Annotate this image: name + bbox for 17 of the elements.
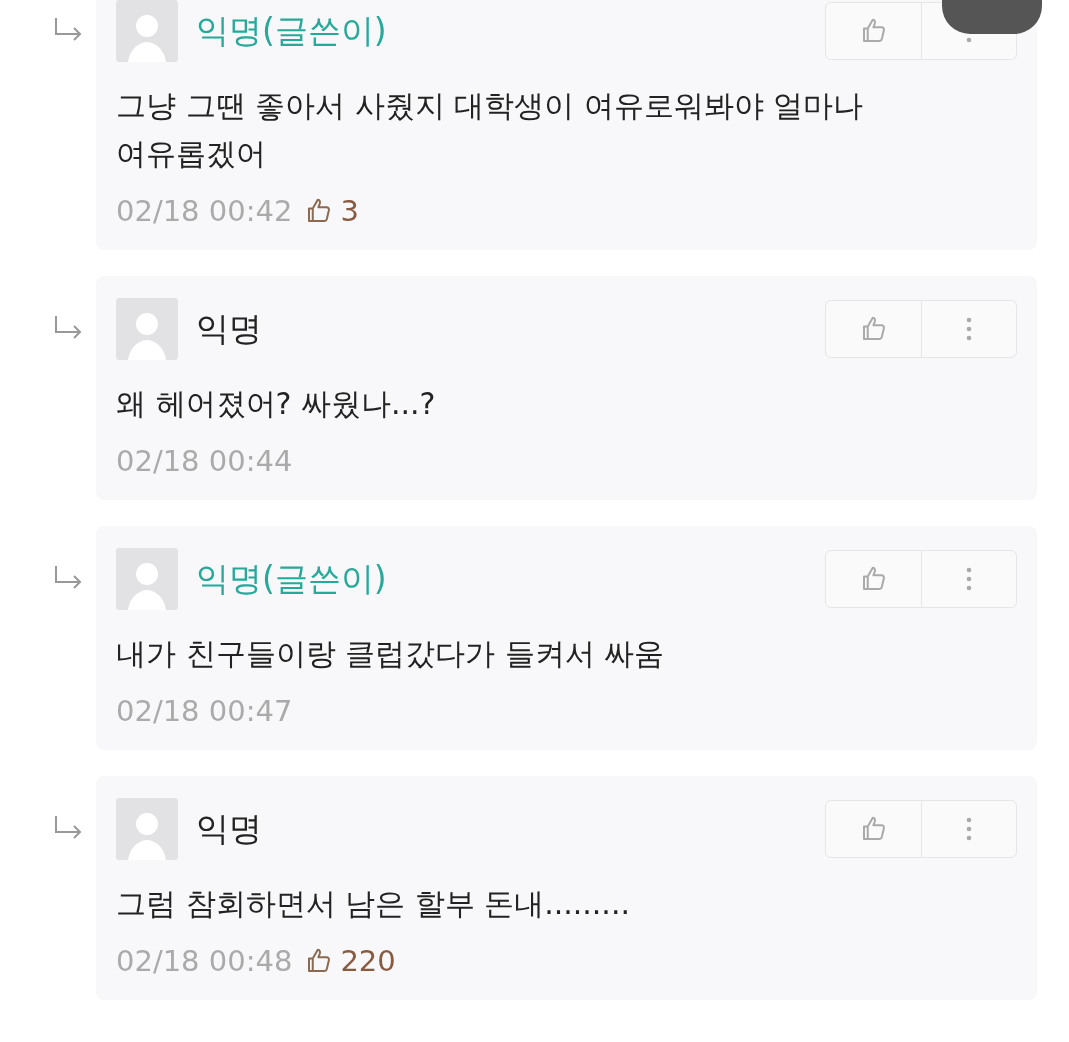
comment-text: 왜 헤어졌어? 싸웠나...? [116, 385, 437, 423]
author-name: 익명 [196, 807, 263, 850]
more-icon [965, 816, 973, 842]
timestamp: 02/18 00:48 [116, 944, 293, 978]
author-name: 익명(글쓴이) [196, 9, 388, 52]
more-icon [965, 316, 973, 342]
comment-text: 그럼 참회하면서 남은 할부 돈내......... [116, 885, 631, 923]
timestamp: 02/18 00:42 [116, 194, 293, 228]
like-count: 220 [340, 944, 396, 978]
more-icon [965, 566, 973, 592]
timestamp: 02/18 00:47 [116, 694, 293, 728]
timestamp: 02/18 00:44 [116, 444, 293, 478]
author-name: 익명 [196, 307, 263, 350]
comment-text: 내가 친구들이랑 클럽갔다가 들켜서 싸움 [116, 635, 666, 673]
like-count: 3 [340, 194, 359, 228]
comment-text: 그냥 그땐 좋아서 사줬지 대학생이 여유로워봐야 얼마나 여유롭겠어 [116, 87, 865, 173]
author-name: 익명(글쓴이) [196, 557, 388, 600]
